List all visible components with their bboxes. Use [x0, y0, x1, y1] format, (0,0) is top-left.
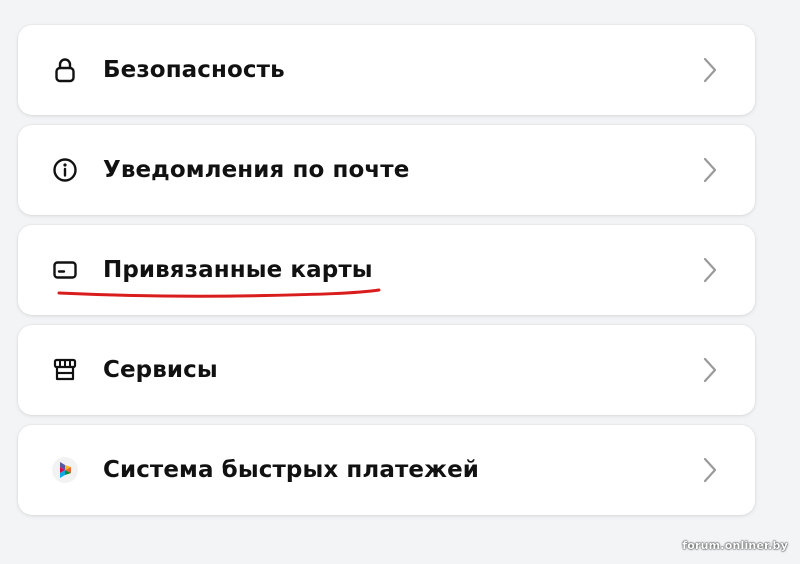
- lock-icon: [51, 56, 79, 84]
- menu-item-label: Привязанные карты: [103, 257, 373, 283]
- menu-item-label: Сервисы: [103, 357, 218, 383]
- menu-item-services[interactable]: Сервисы: [18, 325, 755, 415]
- store-icon: [51, 356, 79, 384]
- chevron-right-icon: [701, 256, 719, 284]
- menu-item-security[interactable]: Безопасность: [18, 25, 755, 115]
- chevron-right-icon: [701, 156, 719, 184]
- info-icon: [51, 156, 79, 184]
- menu-item-label: Уведомления по почте: [103, 157, 410, 183]
- menu-item-label: Безопасность: [103, 57, 285, 83]
- settings-menu-list: Безопасность Уведомления по почте Привяз…: [18, 25, 755, 525]
- chevron-right-icon: [701, 56, 719, 84]
- chevron-right-icon: [701, 356, 719, 384]
- card-icon: [51, 256, 79, 284]
- chevron-right-icon: [701, 456, 719, 484]
- menu-item-email-notifications[interactable]: Уведомления по почте: [18, 125, 755, 215]
- sbp-logo-icon: [51, 456, 79, 484]
- menu-item-label: Система быстрых платежей: [103, 457, 480, 483]
- watermark: forum.onliner.by: [682, 539, 788, 552]
- menu-item-fast-payments[interactable]: Система быстрых платежей: [18, 425, 755, 515]
- menu-item-linked-cards[interactable]: Привязанные карты: [18, 225, 755, 315]
